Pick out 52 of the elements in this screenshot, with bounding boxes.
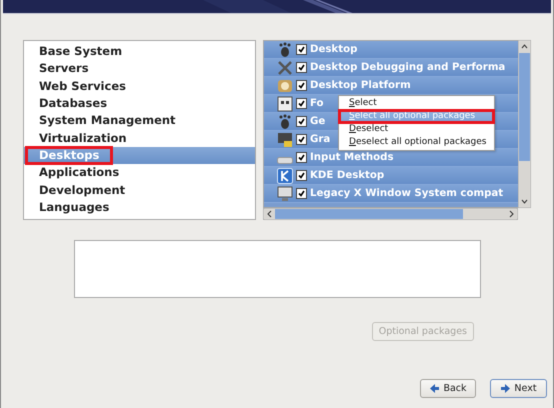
check-icon bbox=[298, 154, 305, 161]
package-name: Desktop Debugging and Performa bbox=[310, 62, 506, 73]
group-item[interactable]: Languages bbox=[24, 198, 255, 216]
checkbox[interactable] bbox=[296, 170, 307, 181]
tools-icon bbox=[277, 60, 293, 76]
package-name: Ge bbox=[310, 116, 326, 127]
checkbox[interactable] bbox=[296, 62, 307, 73]
checkbox[interactable] bbox=[296, 134, 307, 145]
monitor-icon bbox=[277, 186, 293, 202]
check-icon bbox=[298, 100, 305, 107]
checkbox[interactable] bbox=[296, 116, 307, 127]
checkbox[interactable] bbox=[296, 152, 307, 163]
check-icon bbox=[298, 46, 305, 53]
group-item[interactable]: Web Services bbox=[24, 78, 255, 95]
horizontal-scrollbar[interactable] bbox=[263, 208, 518, 220]
group-item[interactable]: Base System bbox=[24, 43, 255, 60]
menu-item[interactable]: Deselect all optional packages bbox=[339, 136, 494, 149]
menu-item[interactable]: Select bbox=[339, 97, 494, 110]
group-item[interactable]: Virtualization bbox=[24, 129, 255, 147]
package-name: Input Methods bbox=[310, 152, 394, 163]
checkbox[interactable] bbox=[296, 44, 307, 55]
checkbox[interactable] bbox=[296, 188, 307, 199]
group-item[interactable]: Servers bbox=[24, 60, 255, 78]
vertical-scrollbar[interactable] bbox=[518, 40, 531, 208]
next-arrow-icon bbox=[500, 383, 512, 394]
kde-icon bbox=[277, 168, 293, 184]
package-name: Legacy X Window System compat bbox=[310, 188, 504, 199]
next-button[interactable]: Next bbox=[490, 379, 547, 398]
package-name: Gra bbox=[310, 134, 330, 145]
check-icon bbox=[298, 136, 305, 143]
group-item[interactable]: System Management bbox=[24, 112, 255, 130]
group-item[interactable]: Development bbox=[24, 181, 255, 199]
check-icon bbox=[298, 64, 305, 71]
check-icon bbox=[298, 118, 305, 125]
check-icon bbox=[298, 190, 305, 197]
package-name: KDE Desktop bbox=[310, 170, 384, 181]
platform-icon bbox=[277, 78, 293, 94]
package-name: Fo bbox=[310, 98, 324, 109]
back-button[interactable]: Back bbox=[420, 379, 476, 398]
group-item[interactable]: Databases bbox=[24, 94, 255, 112]
check-icon bbox=[298, 82, 305, 89]
package-name: Desktop Platform bbox=[310, 80, 411, 91]
check-icon bbox=[298, 172, 305, 179]
checkbox[interactable] bbox=[296, 98, 307, 109]
footprint-icon bbox=[277, 42, 293, 58]
back-arrow-icon bbox=[429, 383, 440, 394]
package-name: Desktop bbox=[310, 44, 358, 55]
checkbox[interactable] bbox=[296, 80, 307, 91]
menu-item[interactable]: Deselect bbox=[339, 123, 494, 136]
group-item[interactable]: Applications bbox=[24, 164, 255, 182]
keyboard-icon bbox=[277, 157, 293, 164]
footprint-icon bbox=[277, 114, 293, 130]
